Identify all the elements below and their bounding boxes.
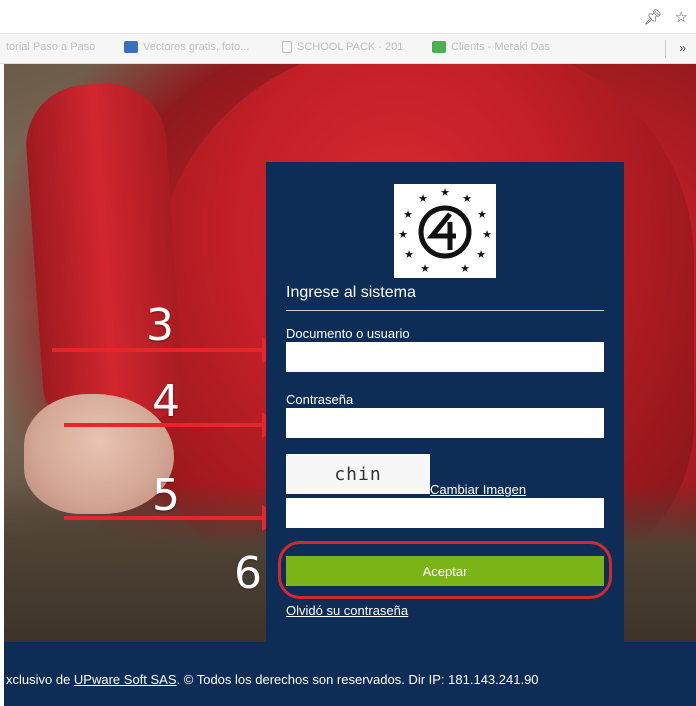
freepik-icon: [124, 41, 138, 53]
bookmark-item[interactable]: Vectores gratis, foto...: [124, 41, 249, 53]
step-number-3: 3: [146, 300, 174, 351]
address-bar: 📌︎ ☆: [0, 0, 696, 34]
user-input[interactable]: [286, 342, 604, 372]
password-input[interactable]: [286, 408, 604, 438]
svg-text:★: ★: [420, 262, 430, 275]
svg-text:★: ★: [418, 192, 428, 205]
bookmark-label: Clients - Meraki Das: [451, 41, 551, 53]
page-footer: xclusivo de UPware Soft SAS. © Todos los…: [4, 642, 696, 706]
password-label: Contraseña: [286, 392, 354, 407]
captcha-image: chin: [286, 454, 430, 494]
company-link[interactable]: UPware Soft SAS: [74, 672, 177, 687]
arrow-to-password-field: [64, 412, 284, 438]
captcha-input[interactable]: [286, 498, 604, 528]
bookmarks-more-button[interactable]: »: [679, 41, 686, 55]
arrow-to-user-field: [52, 337, 284, 363]
bookmarks-divider: [665, 40, 666, 58]
svg-text:★: ★: [462, 192, 472, 205]
step-number-6: 6: [234, 548, 262, 599]
svg-text:★: ★: [476, 248, 486, 261]
submit-button[interactable]: Aceptar: [286, 556, 604, 586]
footer-text: xclusivo de UPware Soft SAS. © Todos los…: [6, 672, 539, 687]
bookmark-label: Vectores gratis, foto...: [143, 41, 250, 53]
bookmark-label: SCHOOL PACK - 201: [297, 41, 404, 53]
page-icon: [282, 41, 292, 53]
meraki-icon: [432, 41, 446, 53]
bookmarks-bar: torial Paso a Paso Vectores gratis, foto…: [0, 34, 696, 64]
change-image-link[interactable]: Cambiar Imagen: [430, 482, 526, 497]
pin-icon[interactable]: 📌︎: [644, 8, 663, 26]
svg-text:★: ★: [403, 208, 413, 221]
arrow-to-captcha-field: [64, 505, 284, 531]
svg-text:★: ★: [398, 228, 408, 241]
footer-prefix: xclusivo de: [6, 672, 74, 687]
svg-text:★: ★: [460, 262, 470, 275]
company-logo: ★ ★ ★ ★ ★ ★ ★ ★ ★ ★ ★: [394, 184, 496, 278]
logo-icon: ★ ★ ★ ★ ★ ★ ★ ★ ★ ★ ★: [398, 186, 492, 275]
svg-text:★: ★: [404, 248, 414, 261]
bookmark-item[interactable]: SCHOOL PACK - 201: [282, 41, 403, 53]
bookmark-label: torial Paso a Paso: [6, 41, 96, 53]
step-number-5: 5: [152, 470, 180, 521]
bookmark-item[interactable]: torial Paso a Paso: [6, 41, 95, 53]
login-panel: ★ ★ ★ ★ ★ ★ ★ ★ ★ ★ ★ Ingrese al sistema…: [266, 162, 624, 642]
bookmark-item[interactable]: Clients - Meraki Das: [432, 41, 550, 53]
footer-suffix: . © Todos los derechos son reservados. D…: [176, 672, 539, 687]
address-bar-icons: 📌︎ ☆: [644, 8, 689, 26]
step-number-4: 4: [152, 376, 180, 427]
svg-text:★: ★: [440, 186, 450, 199]
login-title: Ingrese al sistema: [286, 284, 416, 301]
forgot-password-link[interactable]: Olvidó su contraseña: [286, 603, 408, 618]
svg-text:★: ★: [477, 208, 487, 221]
star-icon[interactable]: ☆: [675, 8, 688, 26]
user-label: Documento o usuario: [286, 326, 410, 341]
title-divider: [286, 310, 604, 311]
svg-text:★: ★: [482, 228, 492, 241]
